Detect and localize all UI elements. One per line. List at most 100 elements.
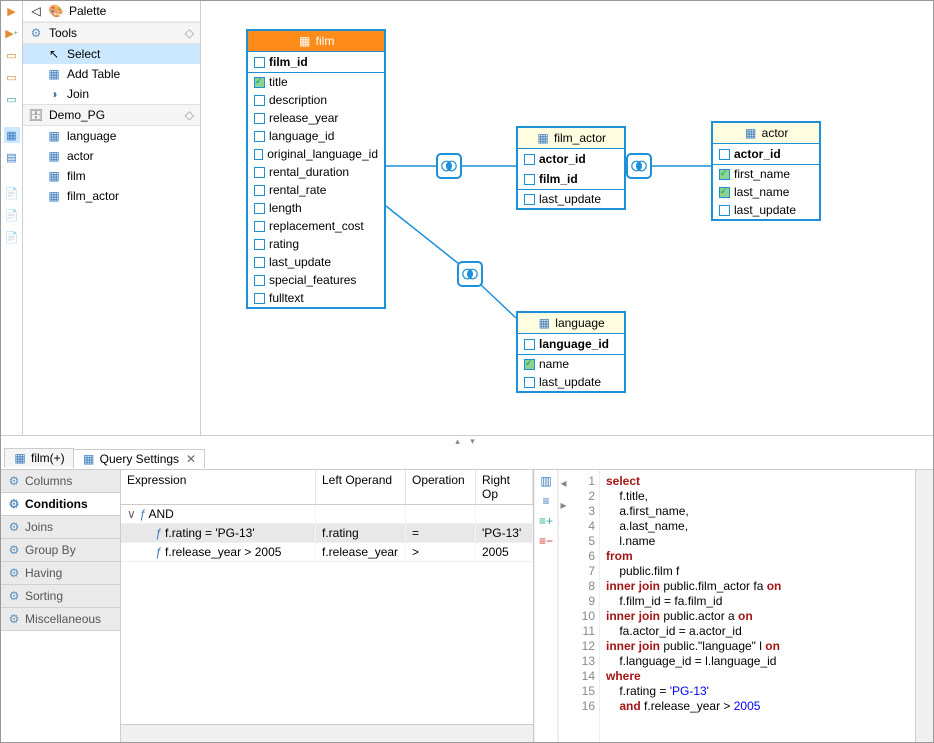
column-row[interactable]: original_language_id [248, 145, 384, 163]
entity-actor[interactable]: ▦actor actor_id first_namelast_namelast_… [711, 121, 821, 221]
checkbox[interactable] [254, 221, 265, 232]
h-scrollbar[interactable] [121, 724, 533, 742]
table-icon: ▦ [47, 169, 61, 183]
checkbox[interactable] [719, 187, 730, 198]
diagram-canvas[interactable]: ▦film film_id titledescriptionrelease_ye… [201, 1, 933, 435]
entity-film[interactable]: ▦film film_id titledescriptionrelease_ye… [246, 29, 386, 309]
checkbox[interactable] [719, 169, 730, 180]
column-row[interactable]: length [248, 199, 384, 217]
column-row[interactable]: fulltext [248, 289, 384, 307]
demo-section-header[interactable]: 🗄 Demo_PG ◇ [23, 104, 200, 126]
icon-btn-3[interactable]: ▭ [4, 91, 20, 107]
entity-film-actor[interactable]: ▦film_actor actor_id film_id last_update [516, 126, 626, 210]
checkbox[interactable] [254, 203, 265, 214]
collapse-icon[interactable]: ◇ [185, 108, 194, 122]
column-row[interactable]: last_update [713, 201, 819, 219]
settings-cat-group-by[interactable]: ⚙Group By [1, 539, 120, 562]
run-plus-icon[interactable]: ▶+ [4, 25, 20, 41]
checkbox[interactable] [524, 339, 535, 350]
checkbox[interactable] [254, 113, 265, 124]
checkbox[interactable] [719, 205, 730, 216]
column-row[interactable]: last_update [248, 253, 384, 271]
gear-icon: ⚙ [7, 566, 21, 580]
checkbox[interactable] [254, 131, 265, 142]
filter-icon[interactable]: ▥ [540, 474, 551, 488]
column-row[interactable]: description [248, 91, 384, 109]
join-icon: ◑ [47, 87, 61, 101]
doc-icon-2[interactable]: 📄 [4, 207, 20, 223]
icon-btn-2[interactable]: ▭ [4, 69, 20, 85]
demo-item-actor[interactable]: ▦actor [23, 146, 200, 166]
settings-cat-conditions[interactable]: ⚙Conditions [1, 493, 120, 516]
tool-join[interactable]: ◑ Join [23, 84, 200, 104]
checkbox[interactable] [254, 293, 265, 304]
column-row[interactable]: rating [248, 235, 384, 253]
icon-btn-1[interactable]: ▭ [4, 47, 20, 63]
column-row[interactable]: rental_duration [248, 163, 384, 181]
back-icon[interactable]: ◁ [29, 4, 43, 18]
column-row[interactable]: special_features [248, 271, 384, 289]
column-row[interactable]: last_update [518, 373, 624, 391]
checkbox[interactable] [254, 95, 265, 106]
checkbox[interactable] [254, 149, 263, 160]
doc-plus-icon[interactable]: 📄 [4, 229, 20, 245]
demo-item-film-actor[interactable]: ▦film_actor [23, 186, 200, 206]
split-handle[interactable]: ▴ ▾ [1, 436, 933, 446]
close-icon[interactable]: ✕ [186, 452, 196, 466]
demo-item-film[interactable]: ▦film [23, 166, 200, 186]
column-row[interactable]: first_name [713, 165, 819, 183]
join-node[interactable] [436, 153, 462, 179]
palette-title: Palette [69, 4, 106, 18]
column-row[interactable]: language_id [248, 127, 384, 145]
settings-cat-columns[interactable]: ⚙Columns [1, 470, 120, 493]
checkbox[interactable] [254, 57, 265, 68]
align-icon[interactable]: ≡ [542, 494, 549, 508]
settings-cat-joins[interactable]: ⚙Joins [1, 516, 120, 539]
table-icon: ▦ [47, 189, 61, 203]
grid-icon[interactable]: ▦ [4, 127, 20, 143]
settings-cat-miscellaneous[interactable]: ⚙Miscellaneous [1, 608, 120, 631]
column-row[interactable]: title [248, 73, 384, 91]
cursor-icon: ↖ [47, 47, 61, 61]
tool-select[interactable]: ↖ Select [23, 44, 200, 64]
checkbox[interactable] [524, 154, 535, 165]
checkbox[interactable] [254, 77, 265, 88]
bottom-tabs: ▦film(+) ▦Query Settings ✕ [1, 446, 933, 470]
table-view-icon[interactable]: ▤ [4, 149, 20, 165]
join-node[interactable] [457, 261, 483, 287]
settings-cat-sorting[interactable]: ⚙Sorting [1, 585, 120, 608]
column-row[interactable]: last_name [713, 183, 819, 201]
column-row[interactable]: rental_rate [248, 181, 384, 199]
tools-section-header[interactable]: ⚙ Tools ◇ [23, 22, 200, 44]
checkbox[interactable] [254, 257, 265, 268]
v-scrollbar[interactable] [915, 470, 933, 742]
entity-language[interactable]: ▦language language_id namelast_update [516, 311, 626, 393]
split-handle-v[interactable]: ◂▸ [558, 470, 568, 742]
run-icon[interactable]: ▶ [4, 3, 20, 19]
checkbox[interactable] [524, 174, 535, 185]
checkbox[interactable] [254, 185, 265, 196]
checkbox[interactable] [524, 377, 535, 388]
checkbox[interactable] [524, 359, 535, 370]
add-row-icon[interactable]: ≡+ [539, 514, 553, 528]
demo-item-language[interactable]: ▦language [23, 126, 200, 146]
checkbox[interactable] [254, 167, 265, 178]
condition-row[interactable]: ƒ f.rating = 'PG-13'f.rating='PG-13' [121, 524, 533, 543]
column-row[interactable]: release_year [248, 109, 384, 127]
checkbox[interactable] [254, 275, 265, 286]
tab-query-settings[interactable]: ▦Query Settings ✕ [73, 449, 205, 468]
settings-cat-having[interactable]: ⚙Having [1, 562, 120, 585]
doc-icon-1[interactable]: 📄 [4, 185, 20, 201]
join-node[interactable] [626, 153, 652, 179]
checkbox[interactable] [719, 149, 730, 160]
sql-code[interactable]: select f.title, a.first_name, a.last_nam… [600, 470, 915, 742]
tool-add-table[interactable]: ▦ Add Table [23, 64, 200, 84]
checkbox[interactable] [254, 239, 265, 250]
tab-film[interactable]: ▦film(+) [4, 448, 74, 467]
column-row[interactable]: name [518, 355, 624, 373]
checkbox[interactable] [524, 194, 535, 205]
column-row[interactable]: replacement_cost [248, 217, 384, 235]
condition-row[interactable]: ƒ f.release_year > 2005f.release_year>20… [121, 543, 533, 562]
remove-row-icon[interactable]: ≡− [539, 534, 553, 548]
collapse-icon[interactable]: ◇ [185, 26, 194, 40]
